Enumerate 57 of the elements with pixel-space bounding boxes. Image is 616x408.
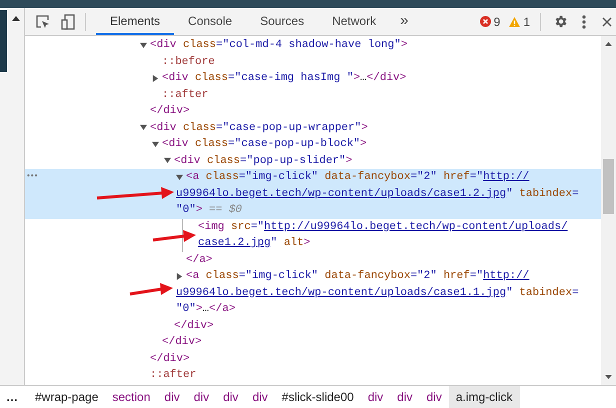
- scroll-up-icon[interactable]: [12, 15, 20, 21]
- error-count: 9: [494, 14, 500, 30]
- expand-triangle-icon[interactable]: [152, 74, 159, 82]
- breadcrumb-item[interactable]: div: [360, 386, 390, 408]
- devtools-tab[interactable]: Elements: [96, 8, 174, 35]
- dom-node[interactable]: <div class="case-pop-up-block">: [25, 136, 601, 152]
- code-line: </div>: [173, 318, 215, 334]
- page-content-block: [0, 10, 7, 72]
- breadcrumb-overflow[interactable]: …: [6, 388, 18, 406]
- more-tabs-button[interactable]: »: [396, 10, 412, 33]
- warning-count: 1: [523, 14, 530, 30]
- code-line: </div>: [149, 352, 191, 366]
- devtools-tab[interactable]: Network: [318, 8, 390, 35]
- code-line: </div>: [161, 335, 203, 350]
- breadcrumb-item[interactable]: #slick-slide00: [274, 386, 361, 408]
- device-toolbar-icon[interactable]: [61, 14, 75, 30]
- inspect-cursor-icon[interactable]: [35, 14, 51, 30]
- annotation-arrow: [151, 229, 197, 243]
- dom-node[interactable]: <div class="pop-up-slider">: [25, 152, 601, 169]
- breadcrumb-item[interactable]: #wrap-page: [28, 386, 106, 408]
- dom-node[interactable]: <div class="case-img hasImg ">…</div>: [25, 70, 601, 86]
- code-line: ::before: [161, 54, 216, 70]
- devtools-tab[interactable]: Sources: [246, 8, 318, 35]
- code-line: </a>: [185, 252, 214, 268]
- dom-node[interactable]: <div class="col-md-4 shadow-have long">: [25, 37, 601, 54]
- annotation-arrow: [128, 281, 174, 297]
- breadcrumb-item[interactable]: div: [157, 386, 187, 408]
- collapse-triangle-icon[interactable]: [176, 174, 183, 181]
- code-line: ::after: [161, 88, 210, 102]
- more-actions-button[interactable]: •••: [26, 169, 38, 186]
- dom-node[interactable]: <a class="img-click" data-fancybox="2" href="http:// u99964lo.beget.tech/wp-content/uploads/case1.2.jpg" tabindex= "0"> == $0 •••: [25, 169, 601, 218]
- dom-node[interactable]: <div class="case-pop-up-wrapper">: [25, 120, 601, 136]
- more-options-icon[interactable]: [582, 14, 586, 28]
- code-line: ::after: [149, 368, 198, 383]
- breadcrumb-item[interactable]: section: [105, 386, 158, 408]
- breadcrumb-item[interactable]: a.img-click: [448, 386, 520, 408]
- dom-node[interactable]: <img src="http://u99964lo.beget.tech/wp-content/uploads/ case1.2.jpg" alt>: [25, 218, 601, 252]
- breadcrumb-item[interactable]: div: [216, 386, 246, 408]
- collapse-triangle-icon[interactable]: [152, 140, 159, 148]
- settings-icon[interactable]: [553, 14, 568, 29]
- code-line: </div>: [149, 104, 191, 119]
- collapse-triangle-icon[interactable]: [140, 42, 147, 49]
- devtools-tab[interactable]: Console: [174, 8, 246, 35]
- scrollbar-thumb[interactable]: [603, 159, 614, 214]
- warning-icon: [509, 16, 520, 26]
- breadcrumb-item[interactable]: div: [245, 386, 275, 408]
- breadcrumb-item[interactable]: div: [186, 386, 216, 408]
- dom-node[interactable]: <a class="img-click" data-fancybox="2" href="http:// u99964lo.beget.tech/wp-content/uploads/case1.1.jpg" tabindex= "0">…</a>: [25, 268, 601, 318]
- collapse-triangle-icon[interactable]: [164, 157, 171, 164]
- close-icon[interactable]: [602, 16, 612, 26]
- collapse-triangle-icon[interactable]: [140, 124, 147, 132]
- error-icon: [480, 16, 491, 27]
- scroll-up-icon[interactable]: [605, 41, 612, 46]
- scroll-down-icon[interactable]: [605, 375, 612, 380]
- expand-triangle-icon[interactable]: [176, 272, 183, 280]
- breadcrumb-item[interactable]: div: [420, 386, 449, 408]
- breadcrumb-item[interactable]: div: [390, 386, 420, 408]
